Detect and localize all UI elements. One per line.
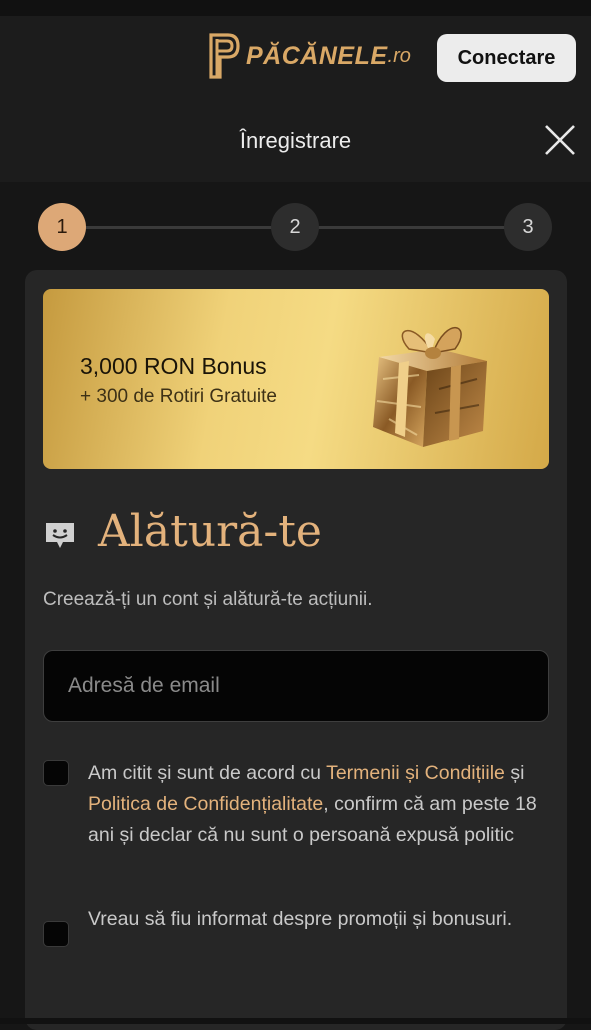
status-strip: [0, 0, 591, 16]
page-subtitle: Creează-ți un cont și alătură-te acțiuni…: [43, 589, 373, 610]
promotions-consent-text: Vreau să fiu informat despre promoții și…: [88, 908, 513, 930]
registration-card: 3,000 RON Bonus + 300 de Rotiri Gratuite: [25, 270, 567, 1030]
terms-consent-text: Am citit și sunt de acord cu Termenii și…: [88, 758, 558, 851]
promotions-checkbox[interactable]: [43, 921, 69, 947]
terms-link[interactable]: Termenii și Condițiile: [326, 762, 505, 784]
email-field[interactable]: [43, 650, 549, 722]
bonus-title: 3,000 RON Bonus: [80, 353, 267, 379]
terms-text-part-1: Am citit și sunt de acord cu: [88, 762, 327, 784]
bottom-strip: [0, 1018, 591, 1024]
step-1: 1: [38, 203, 86, 251]
modal-header: Înregistrare: [0, 100, 591, 182]
login-button[interactable]: Conectare: [437, 34, 576, 82]
brand-logo[interactable]: PĂCĂNELE .ro: [208, 32, 411, 80]
site-header: PĂCĂNELE .ro Conectare: [0, 16, 591, 100]
bonus-subtitle: + 300 de Rotiri Gratuite: [80, 386, 277, 407]
p-monogram-icon: [209, 33, 240, 79]
modal-title: Înregistrare: [239, 128, 352, 153]
page-title: Alătură-te: [98, 506, 322, 557]
chat-smile-icon: [46, 523, 74, 548]
step-2: 2: [271, 203, 319, 251]
step-3: 3: [504, 203, 552, 251]
terms-checkbox[interactable]: [43, 760, 69, 786]
close-icon[interactable]: [542, 122, 578, 158]
gift-box-icon: [373, 327, 487, 447]
terms-text-part-2: și: [504, 762, 525, 784]
brand-suffix: .ro: [387, 44, 411, 67]
brand-name: PĂCĂNELE: [246, 41, 388, 70]
bonus-banner: 3,000 RON Bonus + 300 de Rotiri Gratuite: [43, 289, 549, 469]
registration-stepper: 1 2 3: [0, 182, 591, 272]
privacy-link[interactable]: Politica de Confidențialitate: [88, 793, 323, 815]
